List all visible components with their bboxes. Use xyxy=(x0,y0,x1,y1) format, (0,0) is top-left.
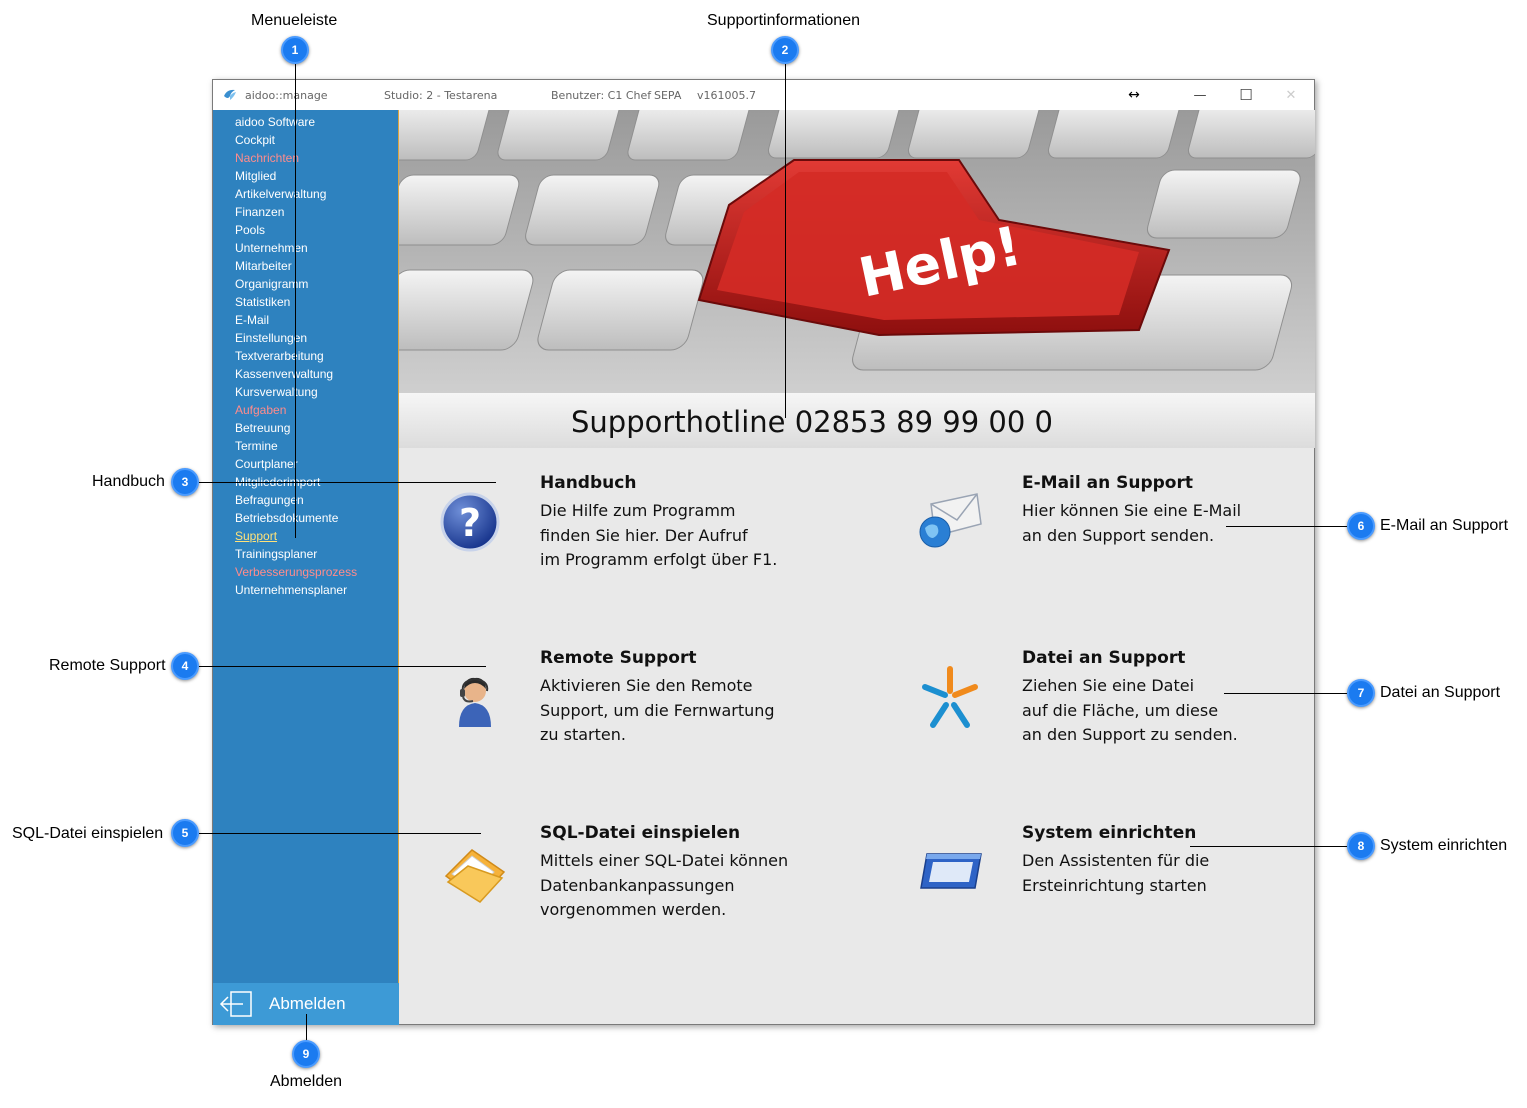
callout-label-handbuch: Handbuch xyxy=(92,473,165,490)
sidebar-item-unternehmensplaner[interactable]: Unternehmensplaner xyxy=(235,581,357,599)
sidebar-menu: aidoo Software Cockpit Nachrichten Mitglied… xyxy=(213,110,399,1025)
user-info: Benutzer: C1 Chef xyxy=(551,89,652,102)
sidebar-item-kassenverwaltung[interactable]: Kassenverwaltung xyxy=(235,365,357,383)
callout-label-sql: SQL-Datei einspielen xyxy=(12,825,164,842)
callout-badge-4: 4 xyxy=(171,652,199,680)
close-button[interactable]: ✕ xyxy=(1268,80,1314,110)
support-hotline: Supporthotline 02853 89 99 00 0 xyxy=(571,405,1053,439)
app-window: aidoo::manage Studio: 2 - Testarena Benu… xyxy=(212,79,1315,1025)
sidebar-item-textverarbeitung[interactable]: Textverarbeitung xyxy=(235,347,357,365)
version-info: v161005.7 xyxy=(697,89,756,102)
callout-line-system xyxy=(1190,846,1347,847)
callout-label-system: System einrichten xyxy=(1380,837,1508,854)
callout-label-menueleiste: Menueleiste xyxy=(251,12,338,29)
minimize-button[interactable]: — xyxy=(1177,80,1223,110)
menu-list: aidoo Software Cockpit Nachrichten Mitglied… xyxy=(235,113,357,599)
card-remote-title: Remote Support xyxy=(540,648,697,668)
card-remote-desc: Aktivieren Sie den Remote Support, um di… xyxy=(540,676,775,744)
studio-info: Studio: 2 - Testarena xyxy=(384,89,498,102)
callout-label-abmelden: Abmelden xyxy=(270,1073,343,1090)
sidebar-item-e-mail[interactable]: E-Mail xyxy=(235,311,357,329)
card-handbuch-desc: Die Hilfe zum Programm finden Sie hier. … xyxy=(540,501,778,569)
hotline-bar: Supporthotline 02853 89 99 00 0 xyxy=(399,393,1315,448)
logout-arrow-icon xyxy=(219,991,252,1017)
callout-line-abmelden xyxy=(306,1014,307,1041)
callout-label-remote: Remote Support xyxy=(49,657,166,674)
sidebar-item-organigramm[interactable]: Organigramm xyxy=(235,275,357,293)
sidebar-item-verbesserungsprozess[interactable]: Verbesserungsprozess xyxy=(235,563,357,581)
callout-line-handbuch xyxy=(199,482,496,483)
callout-label-datei: Datei an Support xyxy=(1380,684,1501,701)
keyboard-help-illustration: Help! xyxy=(399,110,1315,393)
callout-line-email xyxy=(1226,526,1347,527)
maximize-button[interactable]: ☐ xyxy=(1223,80,1269,110)
card-sql-title: SQL-Datei einspielen xyxy=(540,823,741,843)
sidebar-item-courtplaner[interactable]: Courtplaner xyxy=(235,455,357,473)
callout-badge-7: 7 xyxy=(1347,679,1375,707)
app-title: aidoo::manage xyxy=(245,89,328,102)
card-email-desc: Hier können Sie eine E-Mail an den Suppo… xyxy=(1022,501,1242,545)
sidebar-item-unternehmen[interactable]: Unternehmen xyxy=(235,239,357,257)
folder-sql-icon[interactable] xyxy=(442,842,508,909)
callout-line-sql xyxy=(199,833,481,834)
callout-line-remote xyxy=(199,666,486,667)
svg-text:?: ? xyxy=(459,501,481,545)
sidebar-item-aidoo-software[interactable]: aidoo Software xyxy=(235,113,357,131)
sidebar-item-befragungen[interactable]: Befragungen xyxy=(235,491,357,509)
card-system-title: System einrichten xyxy=(1022,823,1197,843)
sidebar-item-artikelverwaltung[interactable]: Artikelverwaltung xyxy=(235,185,357,203)
card-datei-desc: Ziehen Sie eine Datei auf die Fläche, um… xyxy=(1022,676,1238,744)
support-banner-image: Help! xyxy=(399,110,1315,393)
sidebar-item-aufgaben[interactable]: Aufgaben xyxy=(235,401,357,419)
callout-badge-2: 2 xyxy=(771,36,799,64)
sidebar-item-termine[interactable]: Termine xyxy=(235,437,357,455)
sidebar-item-mitarbeiter[interactable]: Mitarbeiter xyxy=(235,257,357,275)
callout-badge-9: 9 xyxy=(292,1040,320,1068)
callout-badge-1: 1 xyxy=(281,36,309,64)
card-email-title: E-Mail an Support xyxy=(1022,473,1193,493)
resize-icon[interactable]: ↔ xyxy=(1111,80,1157,110)
callout-line-menueleiste xyxy=(295,64,296,538)
title-bar: aidoo::manage Studio: 2 - Testarena Benu… xyxy=(213,80,1314,110)
callout-badge-6: 6 xyxy=(1347,512,1375,540)
file-transfer-star-icon[interactable] xyxy=(917,665,983,736)
system-setup-window-icon[interactable] xyxy=(919,850,983,897)
sidebar-item-betriebsdokumente[interactable]: Betriebsdokumente xyxy=(235,509,357,527)
sidebar-item-nachrichten[interactable]: Nachrichten xyxy=(235,149,357,167)
callout-badge-5: 5 xyxy=(171,819,199,847)
callout-line-datei xyxy=(1224,693,1347,694)
card-datei-title: Datei an Support xyxy=(1022,648,1186,668)
help-question-icon[interactable]: ? xyxy=(440,492,500,557)
sidebar-item-mitglied[interactable]: Mitglied xyxy=(235,167,357,185)
callout-badge-8: 8 xyxy=(1347,832,1375,860)
sidebar-item-support[interactable]: Support xyxy=(235,527,357,545)
card-sql-desc: Mittels einer SQL-Datei können Datenbank… xyxy=(540,851,789,919)
sidebar-item-finanzen[interactable]: Finanzen xyxy=(235,203,357,221)
card-system-desc: Den Assistenten für die Ersteinrichtung … xyxy=(1022,851,1210,895)
remote-support-agent-icon[interactable] xyxy=(455,673,495,732)
mode-info: SEPA xyxy=(654,89,682,102)
card-handbuch-title: Handbuch xyxy=(540,473,637,493)
callout-badge-3: 3 xyxy=(171,468,199,496)
sidebar-item-trainingsplaner[interactable]: Trainingsplaner xyxy=(235,545,357,563)
callout-label-supportinfo: Supportinformationen xyxy=(707,12,860,29)
sidebar-item-pools[interactable]: Pools xyxy=(235,221,357,239)
logout-label: Abmelden xyxy=(269,994,346,1013)
sidebar-item-einstellungen[interactable]: Einstellungen xyxy=(235,329,357,347)
callout-label-email: E-Mail an Support xyxy=(1380,517,1509,534)
sidebar-item-kursverwaltung[interactable]: Kursverwaltung xyxy=(235,383,357,401)
email-globe-icon[interactable] xyxy=(917,490,983,557)
callout-line-supportinfo xyxy=(785,64,786,418)
sidebar-item-betreuung[interactable]: Betreuung xyxy=(235,419,357,437)
sidebar-item-cockpit[interactable]: Cockpit xyxy=(235,131,357,149)
sidebar-item-statistiken[interactable]: Statistiken xyxy=(235,293,357,311)
app-logo-icon xyxy=(224,89,236,100)
